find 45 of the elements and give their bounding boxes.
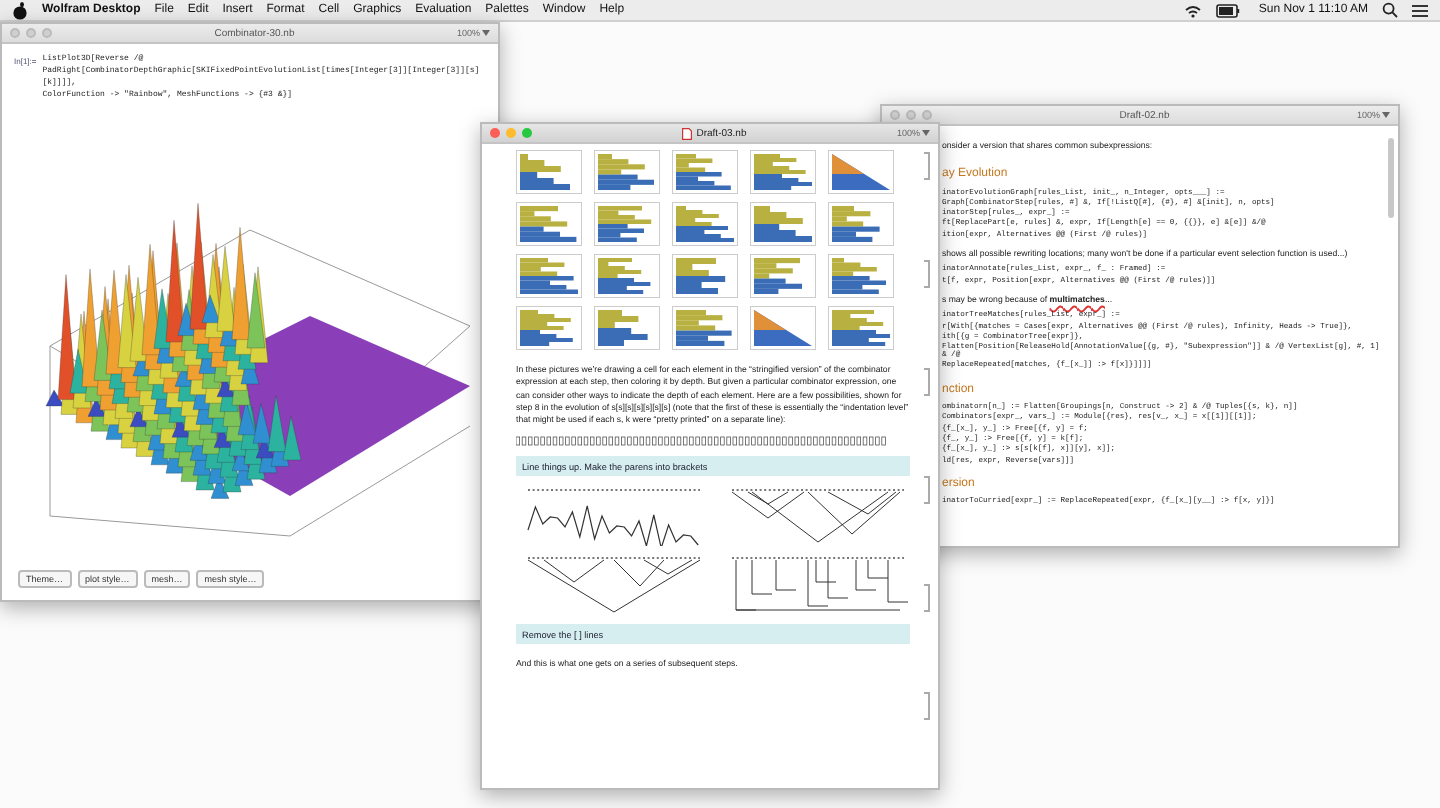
close-button[interactable]: [890, 110, 900, 120]
document-icon: [682, 127, 693, 139]
caret-icon: [482, 30, 490, 37]
plot-thumbnail: [750, 254, 816, 298]
scrollbar[interactable]: [1388, 138, 1394, 218]
zoom-button[interactable]: [42, 28, 52, 38]
plot-thumbnail: [672, 202, 738, 246]
wifi-icon: [1184, 3, 1203, 17]
cell-bracket[interactable]: [924, 260, 930, 288]
zoom-button[interactable]: [522, 128, 532, 138]
plot-thumbnail: [750, 150, 816, 194]
search-icon: [1382, 2, 1398, 18]
fruit-logo-icon: [12, 1, 28, 19]
plot-thumbnail: [516, 306, 582, 350]
minimize-button[interactable]: [506, 128, 516, 138]
plot-thumbnail: [828, 254, 894, 298]
plot-thumbnail: [750, 202, 816, 246]
cell-bracket[interactable]: [924, 368, 930, 396]
plot-thumbnail: [594, 150, 660, 194]
cell-bracket[interactable]: [924, 584, 930, 612]
plot-thumbnail: [672, 254, 738, 298]
caret-icon: [1382, 112, 1390, 119]
close-button[interactable]: [490, 128, 500, 138]
zoom-button[interactable]: [922, 110, 932, 120]
plot-thumbnail: [516, 202, 582, 246]
minimize-button[interactable]: [906, 110, 916, 120]
plot-thumbnail: [594, 306, 660, 350]
plot-thumbnail: [750, 306, 816, 350]
plot-thumbnail: [828, 150, 894, 194]
plot-thumbnail: [594, 202, 660, 246]
plot-thumbnail: [594, 254, 660, 298]
cell-bracket[interactable]: [924, 476, 930, 504]
plot-thumbnail: [828, 202, 894, 246]
cell-bracket[interactable]: [924, 152, 930, 180]
close-button[interactable]: [10, 28, 20, 38]
minimize-button[interactable]: [26, 28, 36, 38]
menu-icon: [1412, 3, 1428, 17]
plot-thumbnail: [672, 306, 738, 350]
battery-icon: [1216, 3, 1241, 17]
caret-icon: [922, 130, 930, 137]
cell-bracket[interactable]: [924, 692, 930, 720]
plot-thumbnail: [516, 150, 582, 194]
plot-thumbnail: [828, 306, 894, 350]
plot-thumbnail: [516, 254, 582, 298]
plot-thumbnail: [672, 150, 738, 194]
